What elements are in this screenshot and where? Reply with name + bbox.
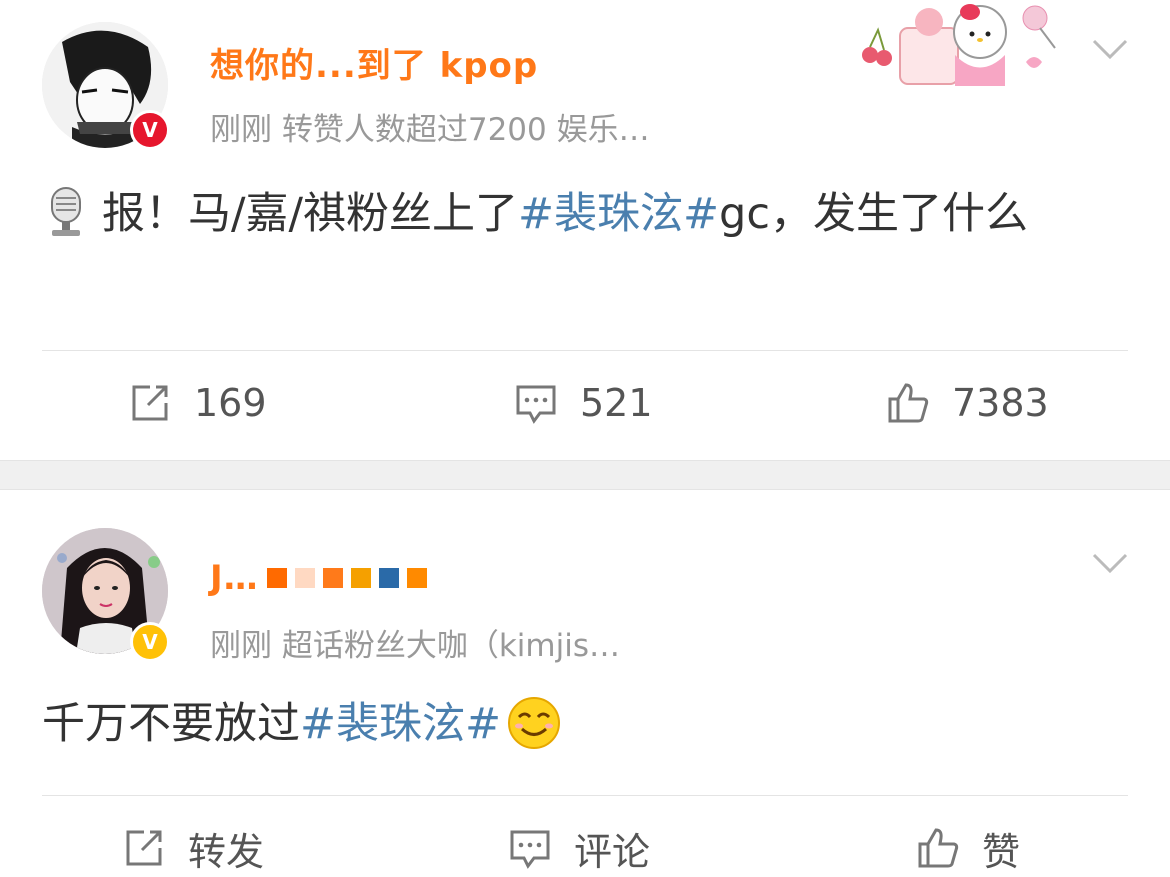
redacted-block <box>378 568 399 588</box>
divider <box>42 350 1128 351</box>
hello-kitty-sticker <box>840 0 1080 92</box>
post-content: 千万不要放过#裴珠泫# <box>42 690 1128 758</box>
repost-icon <box>132 385 168 421</box>
microphone-icon <box>51 187 81 236</box>
verified-badge: V <box>130 622 170 662</box>
comment-icon <box>510 830 550 869</box>
feed-separator <box>0 460 1170 490</box>
like-label: 赞 <box>982 829 1021 874</box>
comment-icon <box>516 385 556 424</box>
repost-label: 转发 <box>188 829 265 874</box>
feed-post[interactable]: V J… 刚刚 超话粉丝大咖（kimjis… 千万不要放过#裴珠泫# 转发 评论… <box>0 490 1170 877</box>
username-text: J… <box>210 558 259 598</box>
repost-button[interactable]: 转发 <box>122 818 264 877</box>
repost-count: 169 <box>194 381 267 425</box>
divider <box>42 795 1128 796</box>
content-text: 报！马/嘉/祺粉丝上了 <box>102 189 518 239</box>
chevron-down-icon[interactable] <box>1090 550 1130 576</box>
redacted-block <box>266 568 287 588</box>
comment-label: 评论 <box>574 829 651 874</box>
comment-button[interactable]: 521 <box>514 373 653 433</box>
username[interactable]: 想你的...到了 kpop <box>210 40 539 86</box>
chevron-down-icon[interactable] <box>1090 36 1130 62</box>
thumbs-up-icon <box>888 383 929 423</box>
post-meta: 刚刚 转赞人数超过7200 娱乐… <box>210 112 650 148</box>
redacted-block <box>294 568 315 588</box>
repost-icon <box>126 830 162 866</box>
comment-button[interactable]: 评论 <box>508 818 650 877</box>
verified-badge: V <box>130 110 170 150</box>
post-meta: 刚刚 超话粉丝大咖（kimjis… <box>210 628 620 664</box>
username-text: 想你的...到了 kpop <box>210 45 539 86</box>
post-content: 报！马/嘉/祺粉丝上了#裴珠泫#gc，发生了什么 <box>42 180 1128 248</box>
redacted-block <box>322 568 343 588</box>
like-count: 7383 <box>952 381 1049 425</box>
thumbs-up-icon <box>918 828 959 868</box>
topic-link[interactable]: #裴珠泫# <box>518 189 719 239</box>
action-bar: 转发 评论 赞 <box>0 818 1170 877</box>
repost-button[interactable]: 169 <box>128 373 267 433</box>
like-button[interactable]: 7383 <box>886 373 1049 433</box>
content-text-tail: gc，发生了什么 <box>719 189 1028 239</box>
redacted-block <box>350 568 371 588</box>
redacted-block <box>406 568 427 588</box>
smirk-emoji-icon <box>508 697 561 749</box>
comment-count: 521 <box>580 381 653 425</box>
like-button[interactable]: 赞 <box>916 818 1020 877</box>
feed-post[interactable]: V 想你的...到了 kpop 刚刚 转赞人数超过7200 娱乐… 报！马/嘉/… <box>0 0 1170 460</box>
action-bar: 169 521 7383 <box>0 373 1170 433</box>
topic-link[interactable]: #裴珠泫# <box>300 699 501 749</box>
username[interactable]: J… <box>210 556 427 600</box>
content-text: 千万不要放过 <box>42 699 300 749</box>
